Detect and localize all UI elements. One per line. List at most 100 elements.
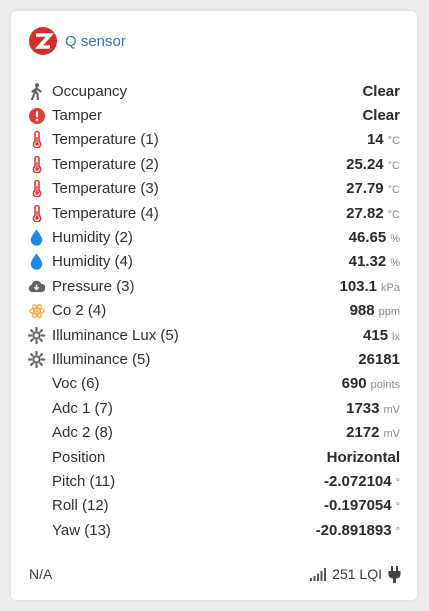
sun-icon — [28, 326, 45, 344]
expose-value: -0.197054 ° — [324, 497, 400, 514]
expose-label: Tamper — [52, 107, 103, 125]
expose-value: 415 lx — [363, 327, 400, 344]
expose-row: Adc 1 (7) 1733 mV — [28, 396, 400, 420]
expose-row: Temperature (4) 27.82 °C — [28, 201, 400, 225]
expose-value-text: 46.65 — [348, 229, 387, 247]
expose-label: Temperature (2) — [52, 155, 159, 173]
atom-gear-icon — [28, 302, 45, 319]
exclamation-circle-icon — [28, 107, 45, 124]
expose-value: 25.24 °C — [346, 156, 400, 173]
expose-label: Voc (6) — [52, 375, 100, 393]
power-source — [388, 565, 401, 583]
expose-value-text: Clear — [362, 82, 400, 100]
expose-label: Adc 1 (7) — [52, 399, 113, 417]
expose-label: Humidity (4) — [52, 253, 133, 271]
expose-label: Yaw (13) — [52, 521, 111, 539]
expose-label: Pressure (3) — [52, 277, 135, 295]
expose-unit: % — [390, 233, 400, 246]
expose-row: Pitch (11) -2.072104 ° — [28, 469, 400, 493]
person-walking-icon — [28, 82, 45, 100]
expose-unit: mV — [383, 428, 401, 441]
expose-value: Clear — [362, 107, 400, 124]
expose-label: Temperature (3) — [52, 180, 159, 198]
expose-value-text: 26181 — [358, 350, 400, 368]
expose-unit: °C — [387, 184, 400, 197]
thermometer-icon — [28, 204, 45, 222]
exposes-list: Occupancy Clear Tamper Clear Temperature (1)… — [28, 79, 400, 542]
expose-unit: °C — [387, 208, 400, 221]
expose-value: -2.072104 ° — [324, 473, 400, 490]
plug-icon — [388, 565, 401, 583]
expose-row: Pressure (3) 103.1 kPa — [28, 274, 400, 298]
expose-value-text: 25.24 — [346, 155, 384, 173]
expose-label: Roll (12) — [52, 497, 109, 515]
expose-value-text: 1733 — [346, 399, 380, 417]
expose-value: 26181 — [358, 351, 400, 368]
expose-value-text: 988 — [349, 302, 375, 320]
expose-label: Adc 2 (8) — [52, 424, 113, 442]
last-seen-text: N/A — [29, 566, 53, 582]
expose-row: Illuminance (5) 26181 — [28, 347, 400, 371]
expose-unit: mV — [383, 403, 401, 416]
expose-unit: lx — [392, 330, 400, 343]
expose-row: Roll (12) -0.197054 ° — [28, 494, 400, 518]
expose-row: Humidity (2) 46.65% — [28, 225, 400, 249]
expose-unit: ° — [395, 501, 400, 514]
expose-unit: ° — [395, 476, 400, 489]
expose-value-text: 415 — [363, 326, 389, 344]
expose-value-text: 690 — [341, 375, 367, 393]
expose-row: Temperature (1) 14 °C — [28, 128, 400, 152]
expose-label: Humidity (2) — [52, 229, 133, 247]
expose-value: 27.79 °C — [346, 180, 400, 197]
lqi-indicator: 251 LQI — [310, 566, 382, 582]
expose-row: Tamper Clear — [28, 103, 400, 127]
expose-row: Co 2 (4) 988 ppm — [28, 299, 400, 323]
expose-row: Position Horizontal — [28, 445, 400, 469]
expose-value-text: -2.072104 — [324, 472, 392, 490]
expose-value: -20.891893 ° — [316, 522, 400, 539]
expose-row: Temperature (3) 27.79 °C — [28, 177, 400, 201]
expose-unit: points — [370, 379, 400, 392]
expose-value: 103.1 kPa — [339, 278, 400, 295]
expose-value-text: 103.1 — [339, 277, 378, 295]
water-drop-icon — [28, 229, 45, 246]
cloud-download-icon — [28, 278, 45, 295]
expose-value-text: 2172 — [346, 424, 380, 442]
expose-label: Co 2 (4) — [52, 302, 107, 320]
expose-unit: % — [390, 257, 400, 270]
expose-value-text: 41.32 — [348, 253, 387, 271]
signal-bars-icon — [310, 567, 327, 581]
thermometer-icon — [28, 131, 45, 149]
expose-label: Illuminance (5) — [52, 350, 151, 368]
expose-value-text: Clear — [362, 107, 400, 125]
expose-value: 41.32% — [349, 253, 400, 270]
expose-row: Occupancy Clear — [28, 79, 400, 103]
expose-value-text: 27.82 — [346, 204, 384, 222]
expose-label: Occupancy — [52, 82, 128, 100]
expose-value: Horizontal — [327, 449, 400, 466]
expose-value: 690 points — [342, 375, 400, 392]
expose-value: 14 °C — [367, 131, 400, 148]
card-footer: N/A 251 LQI — [29, 564, 401, 584]
zigbee-logo-icon — [29, 27, 57, 55]
expose-label: Temperature (1) — [52, 131, 159, 149]
expose-row: Humidity (4) 41.32% — [28, 250, 400, 274]
expose-value: 1733 mV — [346, 400, 400, 417]
expose-value-text: 27.79 — [346, 180, 384, 198]
expose-row: Illuminance Lux (5) 415 lx — [28, 323, 400, 347]
expose-label: Temperature (4) — [52, 204, 159, 222]
expose-label: Illuminance Lux (5) — [52, 326, 179, 344]
expose-label: Pitch (11) — [52, 472, 116, 490]
device-name: Q sensor — [65, 32, 126, 50]
expose-value-text: Horizontal — [326, 448, 400, 466]
thermometer-icon — [28, 155, 45, 173]
expose-row: Yaw (13) -20.891893 ° — [28, 518, 400, 542]
expose-value: 27.82 °C — [346, 205, 400, 222]
device-header-link[interactable]: Q sensor — [29, 27, 126, 55]
expose-label: Position — [52, 448, 106, 466]
expose-row: Temperature (2) 25.24 °C — [28, 152, 400, 176]
thermometer-icon — [28, 180, 45, 198]
expose-value-text: -20.891893 — [315, 521, 392, 539]
expose-unit: ° — [395, 525, 400, 538]
expose-unit: °C — [387, 159, 400, 172]
